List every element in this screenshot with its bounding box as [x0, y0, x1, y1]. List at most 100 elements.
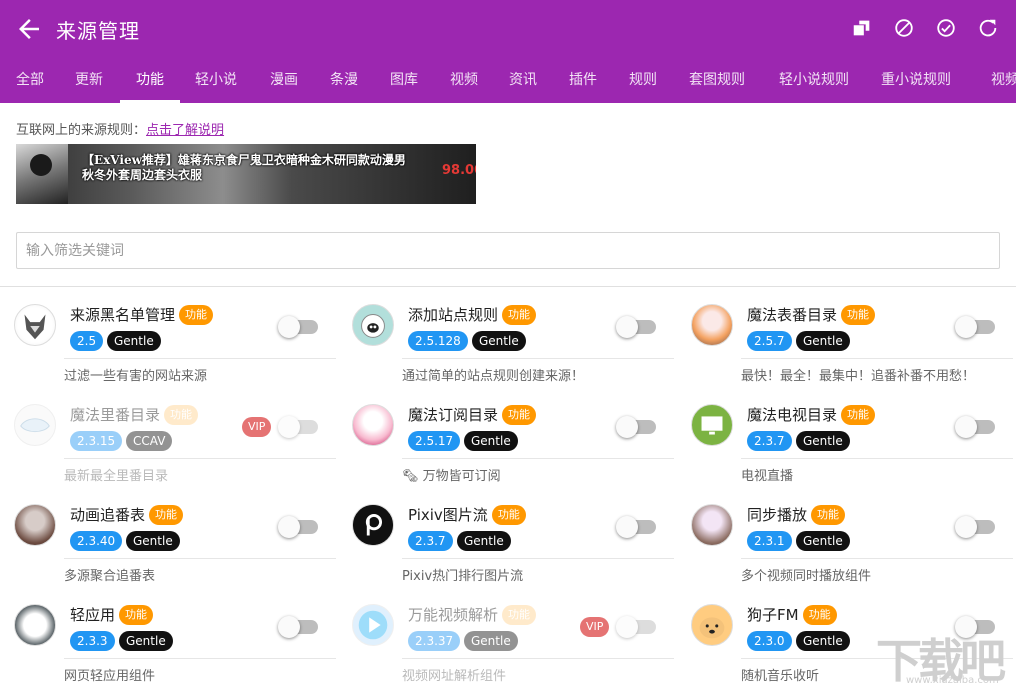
banner-ad[interactable]: 【ExView推荐】雄蒋东京食尸鬼卫衣暗种金木研同款动漫男秋冬外套周边套头衣服 … — [16, 144, 476, 204]
enable-toggle[interactable] — [616, 516, 656, 538]
source-card[interactable]: 万能视频解析 功能 2.3.37 Gentle VIP 视频网址解析组件 — [352, 596, 690, 696]
app-bar: 来源管理 全部 更新 功能 轻小说 漫画 条漫 图库 视频 资讯 插件 规则 套图规则 轻小说规则 重小说… — [0, 0, 1016, 103]
source-name: 动画追番表 功能 — [70, 504, 184, 525]
source-name: 添加站点规则 功能 — [408, 304, 537, 325]
tab-item[interactable]: 漫画 — [269, 58, 299, 103]
tab-item[interactable]: 功能 — [134, 58, 166, 103]
func-badge: 功能 — [802, 605, 837, 625]
page-title: 来源管理 — [56, 19, 140, 43]
source-name-text: 魔法电视目录 — [747, 406, 838, 424]
anime-avatar-icon — [14, 504, 56, 546]
enable-toggle[interactable] — [955, 416, 995, 438]
func-badge: 功能 — [502, 605, 537, 625]
anime-avatar-icon — [14, 604, 56, 646]
tab-item[interactable]: 套图规则 — [688, 58, 746, 103]
enable-toggle[interactable] — [616, 316, 656, 338]
pixiv-icon — [352, 504, 394, 546]
filter-input[interactable] — [16, 232, 1000, 269]
card-divider — [64, 358, 336, 359]
version-badge: 2.3.3 — [70, 631, 115, 651]
wolf-icon — [14, 304, 56, 346]
tab-item[interactable]: 规则 — [628, 58, 658, 103]
source-name: 来源黑名单管理 功能 — [70, 304, 214, 325]
refresh-icon[interactable] — [976, 16, 1000, 40]
enable-toggle[interactable] — [278, 316, 318, 338]
enable-toggle[interactable] — [278, 416, 318, 438]
source-description: 电视直播 — [741, 469, 794, 484]
top-bar: 来源管理 — [0, 0, 1016, 58]
category-tabs: 全部更新功能轻小说漫画条漫图库视频资讯插件规则套图规则轻小说规则重小说规则视频规 — [0, 58, 1016, 103]
block-icon[interactable] — [892, 16, 916, 40]
version-badge: 2.5.7 — [747, 331, 792, 351]
enable-toggle[interactable] — [955, 316, 995, 338]
author-tag: Gentle — [796, 631, 850, 651]
func-badge: 功能 — [841, 305, 876, 325]
source-card[interactable]: 来源黑名单管理 功能 2.5 Gentle 过滤一些有害的网站来源 — [14, 296, 352, 396]
tab-item[interactable]: 插件 — [568, 58, 598, 103]
toggle-knob — [955, 416, 977, 438]
tab-item[interactable]: 视频规 — [982, 58, 1016, 103]
source-name-text: 同步播放 — [747, 506, 808, 524]
vip-badge: VIP — [242, 417, 272, 437]
source-name: 狗子FM 功能 — [747, 604, 837, 625]
tv-icon — [691, 404, 733, 446]
source-card[interactable]: 魔法表番目录 功能 2.5.7 Gentle 最快！最全！最集中！追番补番不用愁！ — [691, 296, 1016, 396]
source-name-text: 来源黑名单管理 — [70, 306, 176, 324]
tab-item[interactable]: 轻小说 — [194, 58, 238, 103]
anime-girl-icon — [352, 404, 394, 446]
author-tag: Gentle — [796, 531, 850, 551]
version-badge: 2.3.7 — [408, 531, 453, 551]
version-badge: 2.5 — [70, 331, 104, 351]
enable-toggle[interactable] — [616, 616, 656, 638]
tab-item[interactable]: 条漫 — [329, 58, 359, 103]
enable-toggle[interactable] — [278, 616, 318, 638]
active-tab-indicator — [120, 100, 180, 103]
func-badge: 功能 — [502, 305, 537, 325]
check-circle-icon[interactable] — [934, 16, 958, 40]
source-card[interactable]: 添加站点规则 功能 2.5.128 Gentle 通过简单的站点规则创建来源！ — [352, 296, 690, 396]
copy-icon[interactable] — [850, 16, 874, 40]
info-link[interactable]: 点击了解说明 — [146, 123, 224, 138]
source-description: 多个视频同时播放组件 — [741, 569, 872, 584]
tab-item[interactable]: 更新 — [74, 58, 104, 103]
tab-item[interactable]: 资讯 — [508, 58, 538, 103]
card-divider — [402, 658, 674, 659]
func-badge: 功能 — [841, 405, 876, 425]
tab-item[interactable]: 全部 — [16, 58, 44, 103]
watermark-logo: 下载吧 www.xiazaiba.com — [876, 625, 1016, 688]
source-name-text: 魔法表番目录 — [747, 306, 838, 324]
tab-item[interactable]: 重小说规则 — [880, 58, 952, 103]
tab-item[interactable]: 图库 — [389, 58, 419, 103]
enable-toggle[interactable] — [616, 416, 656, 438]
version-badge: 2.3.37 — [408, 631, 461, 651]
source-card[interactable]: Pixiv图片流 功能 2.3.7 Gentle Pixiv热门排行图片流 — [352, 496, 690, 596]
source-card[interactable]: 魔法订阅目录 功能 2.5.17 Gentle 🗞 万物皆可订阅 — [352, 396, 690, 496]
author-tag: Gentle — [119, 631, 173, 651]
back-arrow-icon[interactable] — [14, 14, 44, 44]
source-name-text: Pixiv图片流 — [408, 506, 488, 524]
tab-item[interactable]: 轻小说规则 — [778, 58, 850, 103]
source-card[interactable]: 魔法电视目录 功能 2.3.7 Gentle 电视直播 — [691, 396, 1016, 496]
info-line: 互联网上的来源规则：点击了解说明 — [16, 119, 224, 138]
source-description: 网页轻应用组件 — [64, 669, 156, 684]
func-badge: 功能 — [811, 505, 846, 525]
author-tag: Gentle — [464, 631, 518, 651]
sheep-icon — [352, 304, 394, 346]
source-name: Pixiv图片流 功能 — [408, 504, 526, 525]
source-card[interactable]: 动画追番表 功能 2.3.40 Gentle 多源聚合追番表 — [14, 496, 352, 596]
source-card[interactable]: 魔法里番目录 功能 2.3.15 CCAV VIP 最新最全里番目录 — [14, 396, 352, 496]
source-description: 最快！最全！最集中！追番补番不用愁！ — [741, 369, 976, 384]
source-name: 魔法电视目录 功能 — [747, 404, 876, 425]
func-badge: 功能 — [149, 505, 184, 525]
cloth-icon — [14, 404, 56, 446]
enable-toggle[interactable] — [278, 516, 318, 538]
source-description: 🗞 万物皆可订阅 — [402, 469, 501, 484]
enable-toggle[interactable] — [955, 516, 995, 538]
card-divider — [402, 558, 674, 559]
toggle-knob — [616, 516, 638, 538]
func-badge: 功能 — [491, 505, 526, 525]
play-icon — [352, 604, 394, 646]
source-card[interactable]: 轻应用 功能 2.3.3 Gentle 网页轻应用组件 — [14, 596, 352, 696]
source-card[interactable]: 同步播放 功能 2.3.1 Gentle 多个视频同时播放组件 — [691, 496, 1016, 596]
tab-item[interactable]: 视频 — [449, 58, 479, 103]
